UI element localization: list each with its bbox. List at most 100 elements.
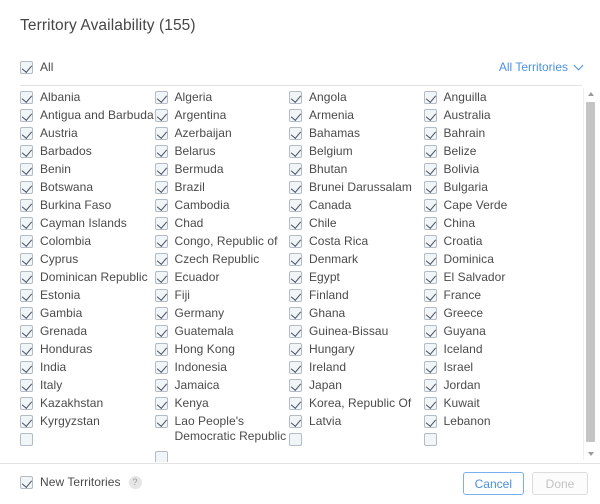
checkbox-icon[interactable]	[289, 415, 302, 428]
territory-checkbox-row[interactable]: Indonesia	[154, 356, 290, 374]
checkbox-icon[interactable]	[20, 415, 33, 428]
checkbox-icon[interactable]	[423, 307, 437, 320]
territory-checkbox-row[interactable]	[154, 446, 290, 462]
territory-checkbox-row[interactable]	[20, 428, 155, 446]
territory-checkbox-row[interactable]: Denmark	[289, 248, 424, 266]
checkbox-icon[interactable]	[289, 307, 302, 320]
territory-checkbox-row[interactable]: Fiji	[154, 284, 290, 302]
checkbox-icon[interactable]	[423, 271, 437, 284]
checkbox-icon[interactable]	[423, 235, 437, 248]
checkbox-icon[interactable]	[20, 433, 33, 446]
checkbox-icon[interactable]	[154, 163, 168, 176]
list-scrollbar[interactable]	[583, 88, 596, 460]
checkbox-icon[interactable]	[289, 127, 302, 140]
checkbox-icon[interactable]	[154, 289, 168, 302]
checkbox-icon[interactable]	[423, 433, 437, 446]
checkbox-icon[interactable]	[20, 217, 33, 230]
checkbox-icon[interactable]	[289, 379, 302, 392]
checkbox-icon[interactable]	[20, 397, 33, 410]
checkbox-icon[interactable]	[154, 217, 168, 230]
territory-checkbox-row[interactable]: Guyana	[423, 320, 562, 338]
scroll-down-arrow-icon[interactable]	[584, 448, 597, 460]
checkbox-icon[interactable]	[154, 91, 168, 104]
checkbox-icon[interactable]	[154, 397, 168, 410]
checkbox-icon[interactable]	[423, 415, 437, 428]
checkbox-icon[interactable]	[289, 397, 302, 410]
select-all-checkbox[interactable]: All	[20, 60, 54, 75]
checkbox-icon[interactable]	[423, 343, 437, 356]
checkbox-icon[interactable]	[154, 235, 168, 248]
territory-checkbox-row[interactable]: Benin	[20, 158, 155, 176]
territory-checkbox-row[interactable]: Iceland	[423, 338, 562, 356]
checkbox-icon[interactable]	[423, 217, 437, 230]
territory-checkbox-row[interactable]: Bolivia	[423, 158, 562, 176]
territory-checkbox-row[interactable]: Colombia	[20, 230, 155, 248]
territory-checkbox-row[interactable]: Costa Rica	[289, 230, 424, 248]
checkbox-icon[interactable]	[20, 163, 33, 176]
checkbox-icon[interactable]	[423, 361, 437, 374]
scrollbar-thumb[interactable]	[586, 102, 595, 442]
territory-checkbox-row[interactable]: France	[423, 284, 562, 302]
checkbox-icon[interactable]	[423, 163, 437, 176]
checkbox-icon[interactable]	[20, 91, 33, 104]
territory-checkbox-row[interactable]: Ireland	[289, 356, 424, 374]
territory-checkbox-row[interactable]: Croatia	[423, 230, 562, 248]
checkbox-icon[interactable]	[20, 61, 33, 75]
checkbox-icon[interactable]	[423, 181, 437, 194]
checkbox-icon[interactable]	[154, 307, 168, 320]
done-button[interactable]: Done	[532, 472, 588, 495]
territory-checkbox-row[interactable]: Cayman Islands	[20, 212, 155, 230]
territory-checkbox-row[interactable]: Korea, Republic Of	[289, 392, 424, 410]
territory-checkbox-row[interactable]: Congo, Republic of	[154, 230, 290, 248]
territory-checkbox-row[interactable]: Kyrgyzstan	[20, 410, 155, 428]
checkbox-icon[interactable]	[20, 325, 33, 338]
checkbox-icon[interactable]	[20, 199, 33, 212]
territory-checkbox-row[interactable]: Dominica	[423, 248, 562, 266]
checkbox-icon[interactable]	[154, 379, 168, 392]
territory-checkbox-row[interactable]: Chad	[154, 212, 290, 230]
checkbox-icon[interactable]	[154, 199, 168, 212]
territory-checkbox-row[interactable]: Egypt	[289, 266, 424, 284]
checkbox-icon[interactable]	[289, 271, 302, 284]
territory-checkbox-row[interactable]: Belize	[423, 140, 562, 158]
territory-checkbox-row[interactable]: Kuwait	[423, 392, 562, 410]
checkbox-icon[interactable]	[423, 397, 437, 410]
checkbox-icon[interactable]	[154, 271, 168, 284]
checkbox-icon[interactable]	[289, 289, 302, 302]
territory-checkbox-row[interactable]: Jamaica	[154, 374, 290, 392]
checkbox-icon[interactable]	[423, 379, 437, 392]
checkbox-icon[interactable]	[20, 253, 33, 266]
territory-checkbox-row[interactable]: Albania	[20, 86, 155, 104]
territory-checkbox-row[interactable]: Lebanon	[423, 410, 562, 428]
checkbox-icon[interactable]	[423, 253, 437, 266]
territory-checkbox-row[interactable]: Gambia	[20, 302, 155, 320]
territory-checkbox-row[interactable]: Honduras	[20, 338, 155, 356]
territory-checkbox-row[interactable]: Grenada	[20, 320, 155, 338]
checkbox-icon[interactable]	[289, 181, 302, 194]
territory-checkbox-row[interactable]: Hong Kong	[154, 338, 290, 356]
checkbox-icon[interactable]	[154, 361, 168, 374]
territory-checkbox-row[interactable]: India	[20, 356, 155, 374]
checkbox-icon[interactable]	[20, 109, 33, 122]
checkbox-icon[interactable]	[20, 307, 33, 320]
territory-checkbox-row[interactable]: Argentina	[154, 104, 290, 122]
checkbox-icon[interactable]	[20, 235, 33, 248]
territory-checkbox-row[interactable]: Italy	[20, 374, 155, 392]
checkbox-icon[interactable]	[289, 217, 302, 230]
territory-checkbox-row[interactable]: Bahrain	[423, 122, 562, 140]
checkbox-icon[interactable]	[289, 433, 302, 446]
territory-checkbox-row[interactable]: Brunei Darussalam	[289, 176, 424, 194]
territory-checkbox-row[interactable]: Brazil	[154, 176, 290, 194]
territory-checkbox-row[interactable]: Armenia	[289, 104, 424, 122]
checkbox-icon[interactable]	[154, 127, 168, 140]
checkbox-icon[interactable]	[20, 289, 33, 302]
territory-checkbox-row[interactable]: Cyprus	[20, 248, 155, 266]
checkbox-icon[interactable]	[289, 325, 302, 338]
checkbox-icon[interactable]	[289, 145, 302, 158]
territory-checkbox-row[interactable]: Barbados	[20, 140, 155, 158]
checkbox-icon[interactable]	[289, 235, 302, 248]
checkbox-icon[interactable]	[289, 199, 302, 212]
checkbox-icon[interactable]	[154, 181, 168, 194]
checkbox-icon[interactable]	[289, 91, 302, 104]
territory-checkbox-row[interactable]: Bahamas	[289, 122, 424, 140]
